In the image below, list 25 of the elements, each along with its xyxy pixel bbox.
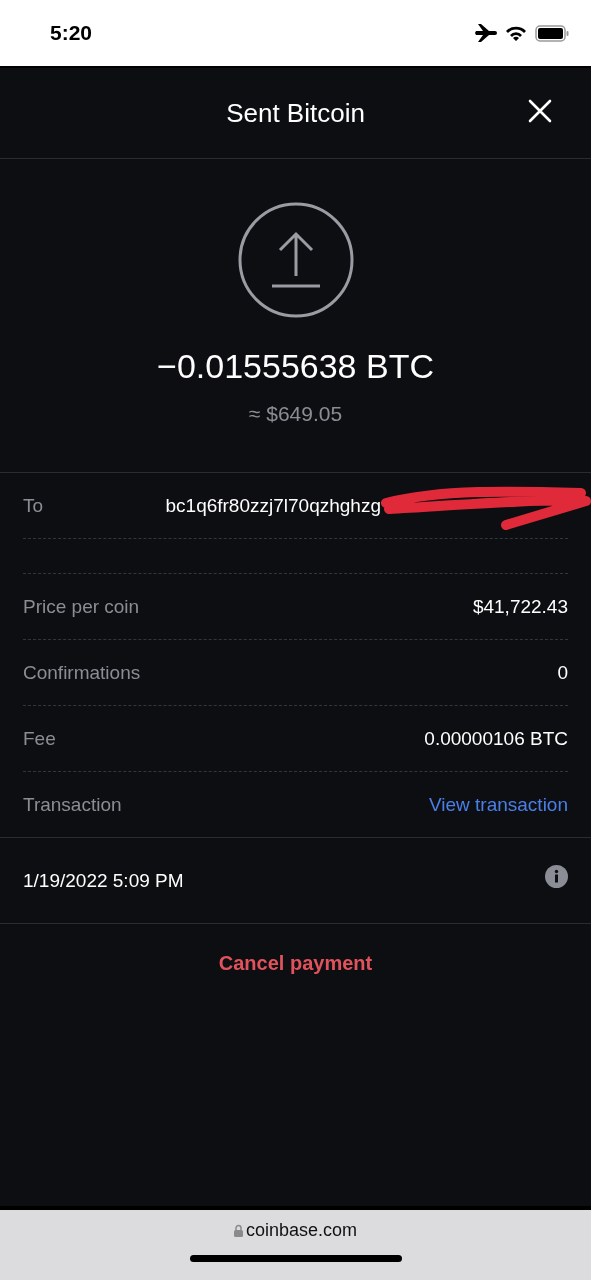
battery-icon: [535, 24, 569, 42]
transaction-date: 1/19/2022 5:09 PM: [23, 869, 184, 892]
wifi-icon: [505, 24, 527, 42]
close-icon: [527, 98, 553, 124]
detail-label: To: [23, 494, 44, 517]
close-button[interactable]: [527, 98, 553, 124]
sheet-title: Sent Bitcoin: [226, 97, 365, 129]
cancel-payment-button[interactable]: Cancel payment: [210, 948, 381, 979]
detail-label: Transaction: [23, 793, 122, 816]
address-value: bc1q6fr80zzj7l70qzhghzg: [165, 494, 381, 517]
url-text[interactable]: coinbase.com: [245, 1220, 358, 1241]
detail-value: 0: [557, 661, 568, 684]
airplane-icon: [475, 23, 497, 43]
clock-time: 5:20: [50, 21, 94, 45]
amount-text: −0.01555638 BTC: [157, 347, 434, 386]
detail-value: $41,722.43: [472, 595, 568, 618]
detail-label: Confirmations: [23, 661, 141, 684]
view-transaction-link[interactable]: View transaction: [428, 793, 568, 816]
upload-icon: [236, 201, 355, 319]
fiat-amount: ≈ $649.05: [248, 402, 343, 426]
detail-label: Price per coin: [23, 595, 140, 618]
detail-value: 0.00000106 BTC: [424, 727, 568, 750]
info-icon[interactable]: [545, 865, 568, 888]
detail-label: Fee: [23, 727, 56, 750]
lock-icon: [233, 1224, 243, 1237]
